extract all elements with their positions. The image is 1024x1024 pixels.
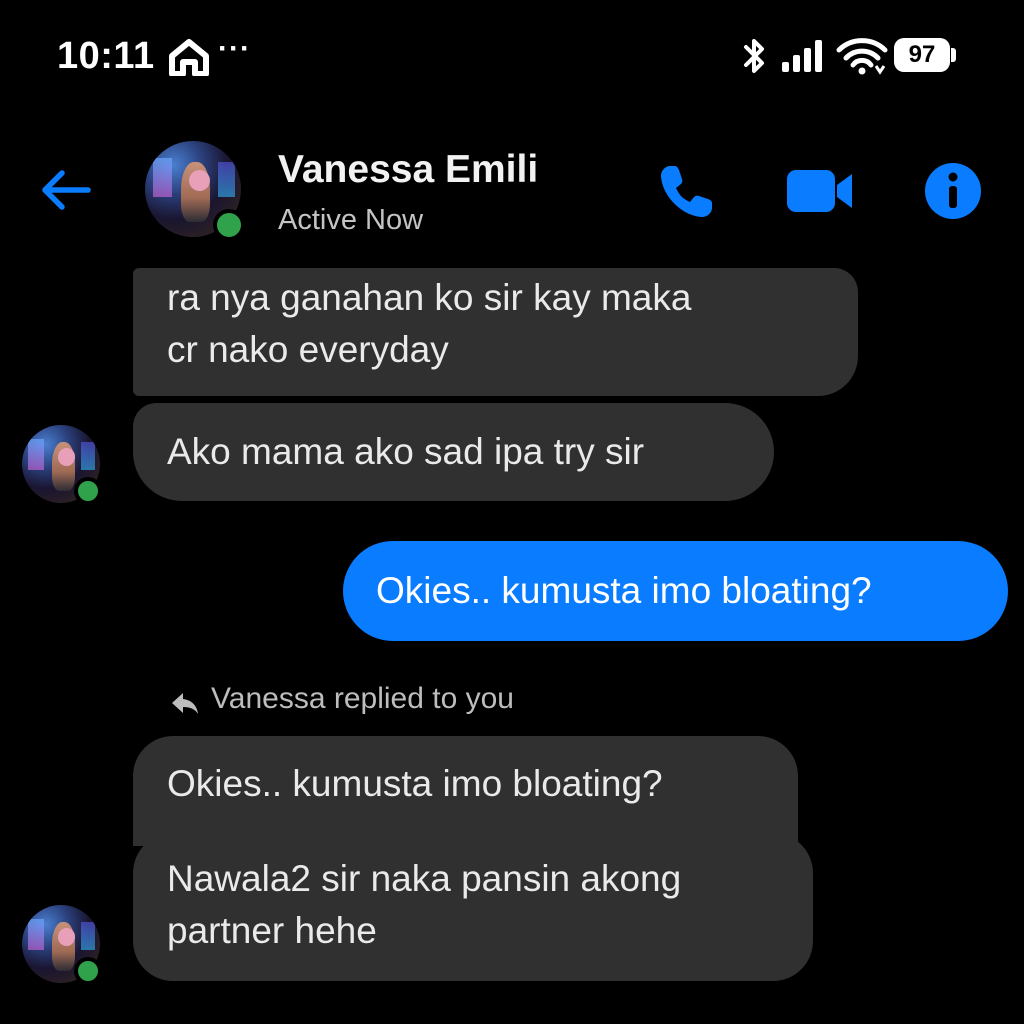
contact-name[interactable]: Vanessa Emili	[278, 148, 538, 192]
status-bar: 10:11 ··· 97	[0, 0, 1024, 110]
message-bubble-incoming[interactable]: Nawala2 sir naka pansin akong partner he…	[133, 833, 813, 981]
message-bubble-outgoing[interactable]: Okies.. kumusta imo bloating?	[343, 541, 1008, 641]
info-icon[interactable]	[924, 162, 982, 220]
message-line: partner hehe	[167, 910, 377, 951]
reply-note: Vanessa replied to you	[211, 682, 514, 715]
battery-icon: 97	[894, 38, 956, 72]
reply-arrow-icon	[172, 693, 198, 714]
video-camera-icon[interactable]	[785, 166, 855, 216]
online-indicator	[74, 477, 102, 505]
phone-icon[interactable]	[656, 160, 718, 222]
bluetooth-icon	[744, 39, 764, 73]
more-dots-icon: ···	[218, 32, 251, 65]
back-arrow-icon[interactable]	[38, 166, 94, 214]
quoted-text: Okies.. kumusta imo bloating?	[167, 763, 663, 804]
wifi-icon	[836, 38, 888, 75]
online-indicator	[213, 209, 245, 241]
contact-avatar[interactable]	[145, 141, 245, 241]
message-bubble-incoming[interactable]: Ako mama ako sad ipa try sir	[133, 403, 774, 501]
message-bubble-incoming[interactable]: ra nya ganahan ko sir kay maka cr nako e…	[133, 268, 858, 396]
status-time: 10:11	[57, 35, 155, 77]
sender-avatar[interactable]	[22, 425, 102, 505]
quoted-message[interactable]: Okies.. kumusta imo bloating?	[133, 736, 798, 846]
online-indicator	[74, 957, 102, 985]
message-line: Nawala2 sir naka pansin akong	[167, 858, 682, 899]
message-line: ra nya ganahan ko sir kay maka	[167, 277, 692, 318]
message-line: cr nako everyday	[167, 329, 449, 370]
signal-icon	[782, 40, 822, 72]
message-line: Ako mama ako sad ipa try sir	[167, 431, 645, 472]
home-icon	[169, 39, 209, 76]
battery-level: 97	[894, 38, 950, 72]
sender-avatar[interactable]	[22, 905, 102, 985]
active-status: Active Now	[278, 204, 424, 236]
message-line: Okies.. kumusta imo bloating?	[376, 570, 872, 611]
